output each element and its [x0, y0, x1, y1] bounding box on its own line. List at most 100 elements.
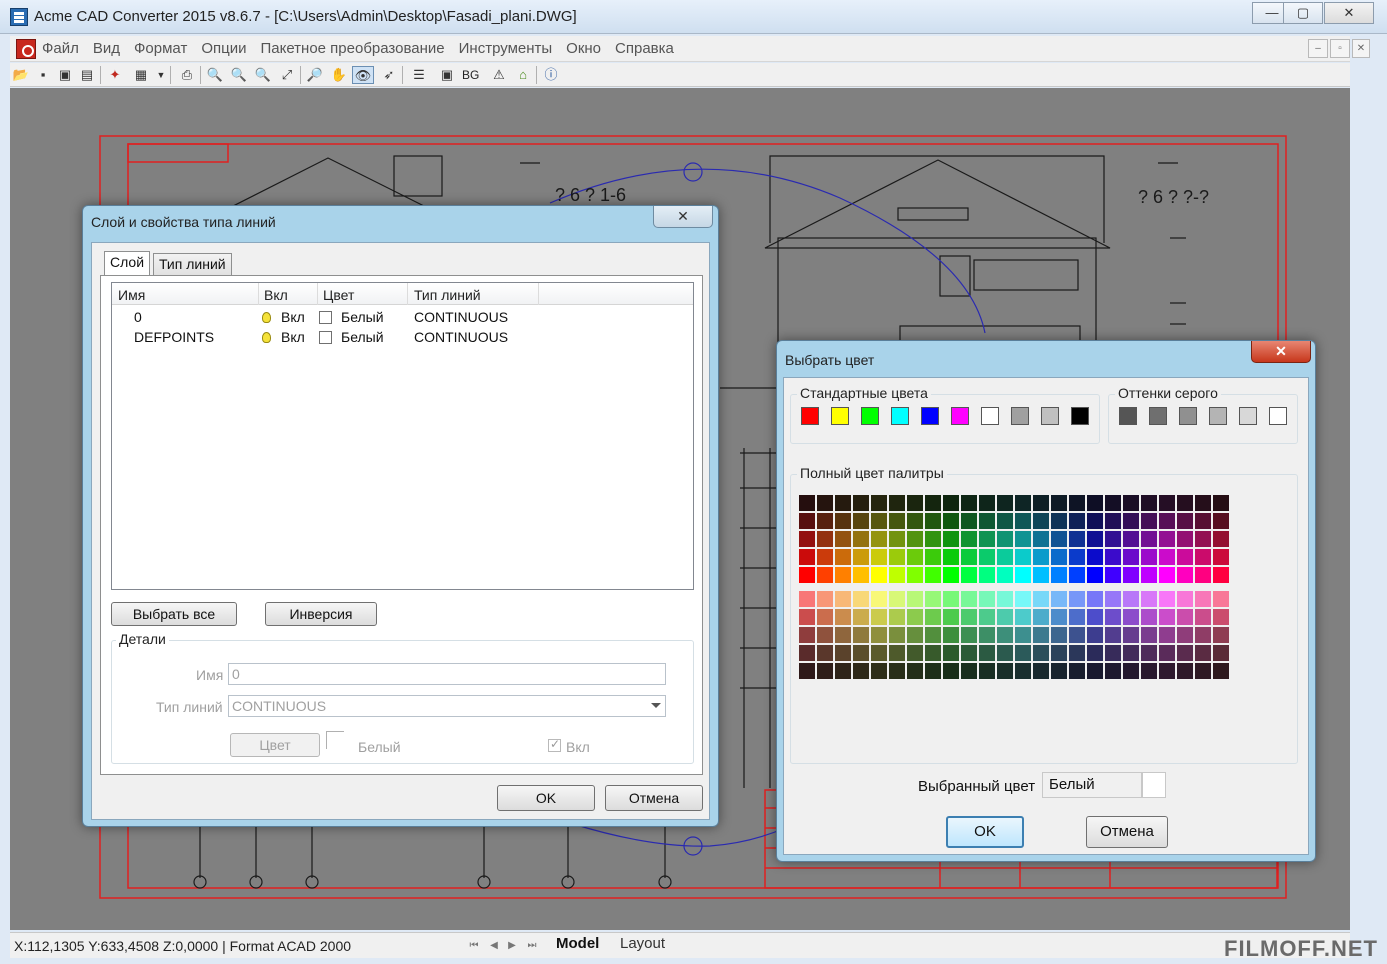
print-icon[interactable]: ⎙ [178, 66, 196, 84]
palette-cell[interactable] [997, 609, 1013, 625]
palette-cell[interactable] [871, 549, 887, 565]
palette-cell[interactable] [1159, 531, 1175, 547]
background-icon[interactable]: ▣ [438, 66, 456, 84]
palette-cell[interactable] [961, 627, 977, 643]
palette-cell[interactable] [1195, 627, 1211, 643]
palette-cell[interactable] [925, 627, 941, 643]
palette-cell[interactable] [907, 645, 923, 661]
bg-toggle[interactable]: BG [462, 66, 479, 84]
palette-cell[interactable] [1087, 663, 1103, 679]
gray-shade-swatch[interactable] [1119, 407, 1137, 425]
palette-cell[interactable] [961, 645, 977, 661]
palette-cell[interactable] [1123, 531, 1139, 547]
palette-cell[interactable] [1177, 567, 1193, 583]
palette-cell[interactable] [961, 567, 977, 583]
warning-icon[interactable]: ⚠ [490, 66, 508, 84]
palette-cell[interactable] [889, 591, 905, 607]
full-color-palette[interactable] [799, 495, 1235, 681]
palette-cell[interactable] [817, 513, 833, 529]
palette-cell[interactable] [925, 531, 941, 547]
palette-cell[interactable] [1141, 591, 1157, 607]
cancel-button[interactable]: Отмена [605, 785, 703, 811]
palette-cell[interactable] [1033, 567, 1049, 583]
palette-cell[interactable] [1195, 567, 1211, 583]
palette-cell[interactable] [1213, 513, 1229, 529]
palette-cell[interactable] [799, 567, 815, 583]
palette-cell[interactable] [1195, 609, 1211, 625]
mdi-close-button[interactable]: ✕ [1352, 39, 1370, 58]
palette-cell[interactable] [1015, 609, 1031, 625]
palette-cell[interactable] [1015, 645, 1031, 661]
palette-cell[interactable] [1015, 513, 1031, 529]
menu-item[interactable]: Файл [42, 40, 79, 57]
layer-on-checkbox[interactable] [548, 737, 561, 752]
palette-cell[interactable] [1033, 495, 1049, 511]
palette-cell[interactable] [853, 609, 869, 625]
palette-cell[interactable] [925, 495, 941, 511]
info-icon[interactable]: ⓘ [542, 66, 560, 84]
palette-cell[interactable] [1123, 591, 1139, 607]
palette-cell[interactable] [1123, 567, 1139, 583]
palette-cell[interactable] [1015, 549, 1031, 565]
lightbulb-icon[interactable] [262, 312, 271, 323]
palette-cell[interactable] [1015, 627, 1031, 643]
palette-cell[interactable] [1177, 495, 1193, 511]
palette-cell[interactable] [1105, 513, 1121, 529]
palette-cell[interactable] [1141, 495, 1157, 511]
palette-cell[interactable] [1033, 531, 1049, 547]
palette-cell[interactable] [961, 663, 977, 679]
palette-cell[interactable] [889, 549, 905, 565]
palette-cell[interactable] [1123, 609, 1139, 625]
palette-cell[interactable] [1015, 591, 1031, 607]
pointer-icon[interactable]: ➶ [380, 66, 398, 84]
palette-cell[interactable] [1015, 567, 1031, 583]
palette-cell[interactable] [979, 609, 995, 625]
menu-item[interactable]: Инструменты [459, 40, 553, 57]
palette-cell[interactable] [817, 663, 833, 679]
palette-cell[interactable] [1105, 495, 1121, 511]
layer-row-on[interactable]: Вкл [281, 329, 305, 345]
palette-cell[interactable] [1141, 549, 1157, 565]
palette-cell[interactable] [889, 495, 905, 511]
palette-cell[interactable] [943, 645, 959, 661]
palette-cell[interactable] [925, 609, 941, 625]
palette-cell[interactable] [1159, 645, 1175, 661]
palette-cell[interactable] [1195, 531, 1211, 547]
palette-cell[interactable] [1087, 513, 1103, 529]
palette-cell[interactable] [943, 567, 959, 583]
palette-cell[interactable] [979, 627, 995, 643]
palette-cell[interactable] [1123, 663, 1139, 679]
standard-color-swatch[interactable] [861, 407, 879, 425]
palette-cell[interactable] [1177, 609, 1193, 625]
palette-cell[interactable] [1033, 591, 1049, 607]
palette-cell[interactable] [997, 645, 1013, 661]
palette-cell[interactable] [961, 531, 977, 547]
palette-cell[interactable] [1159, 495, 1175, 511]
palette-cell[interactable] [979, 645, 995, 661]
palette-cell[interactable] [1159, 627, 1175, 643]
palette-cell[interactable] [1069, 531, 1085, 547]
zoom-extents-icon[interactable]: 🔎 [306, 66, 324, 84]
palette-cell[interactable] [871, 567, 887, 583]
first-sheet-icon[interactable]: ⏮ [466, 937, 482, 955]
palette-cell[interactable] [835, 567, 851, 583]
palette-cell[interactable] [835, 663, 851, 679]
ok-button[interactable]: OK [497, 785, 595, 811]
open-icon[interactable]: 📂 [12, 66, 30, 84]
palette-cell[interactable] [1033, 609, 1049, 625]
palette-cell[interactable] [943, 495, 959, 511]
palette-cell[interactable] [961, 549, 977, 565]
palette-cell[interactable] [1141, 567, 1157, 583]
palette-cell[interactable] [1177, 531, 1193, 547]
palette-cell[interactable] [1195, 663, 1211, 679]
palette-cell[interactable] [1105, 567, 1121, 583]
palette-cell[interactable] [889, 531, 905, 547]
palette-cell[interactable] [943, 627, 959, 643]
palette-cell[interactable] [871, 495, 887, 511]
palette-cell[interactable] [943, 663, 959, 679]
maximize-button[interactable]: ▢ [1283, 2, 1323, 24]
palette-cell[interactable] [1051, 663, 1067, 679]
palette-cell[interactable] [1033, 663, 1049, 679]
color-button[interactable]: Цвет [230, 733, 320, 757]
color-dialog-close-button[interactable]: ✕ [1251, 341, 1311, 363]
